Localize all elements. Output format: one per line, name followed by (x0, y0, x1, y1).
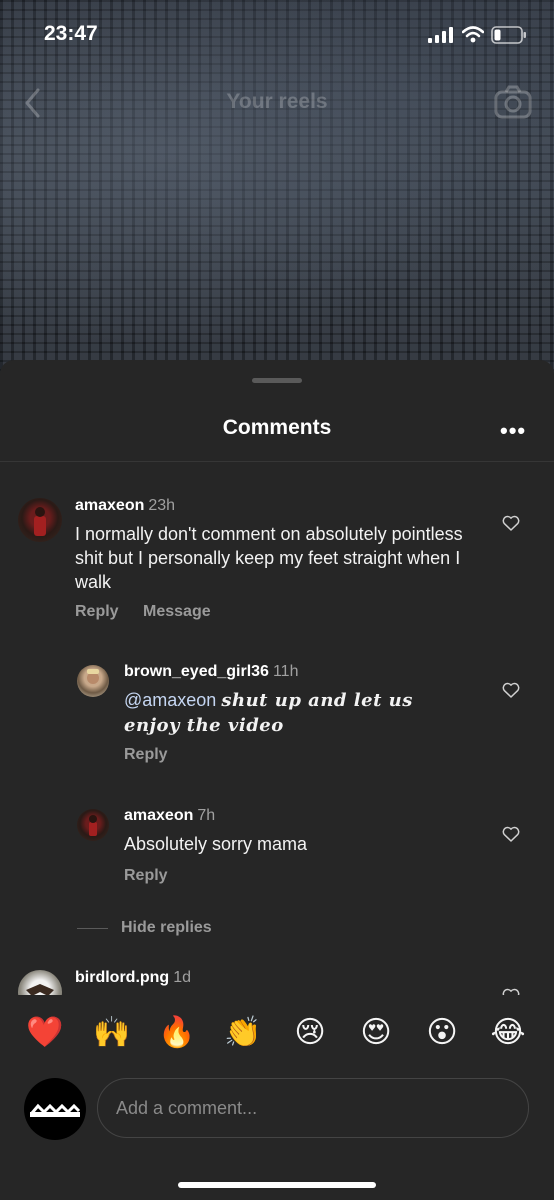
camera-icon[interactable] (494, 84, 532, 120)
reply-time: 11h (272, 663, 299, 680)
sheet-title: Comments (222, 416, 332, 439)
home-indicator (178, 1182, 376, 1188)
reply-button[interactable]: Reply (124, 746, 168, 763)
comment-time: 1d (173, 969, 191, 986)
emoji-sad-button[interactable]: 😢 (290, 1015, 330, 1050)
page-title: Your reels (226, 90, 328, 113)
emoji-heart-eyes-button[interactable]: 😍 (356, 1015, 396, 1050)
reply-username[interactable]: brown_eyed_girl36 (124, 663, 269, 680)
message-button[interactable]: Message (143, 603, 211, 620)
emoji-surprised-button[interactable]: 😮 (422, 1015, 462, 1050)
my-avatar (24, 1078, 86, 1140)
comment-text: I normally don't comment on absolutely p… (75, 524, 463, 592)
reply-username[interactable]: amaxeon (124, 807, 193, 824)
like-heart-icon[interactable] (502, 515, 520, 531)
comment-username[interactable]: amaxeon (75, 497, 144, 514)
emoji-laughing-button[interactable]: 😂 (488, 1015, 528, 1050)
avatar[interactable] (18, 498, 62, 542)
reply-text: Absolutely sorry mama (124, 834, 308, 854)
comment-composer (0, 1075, 554, 1145)
comment-time: 23h (148, 497, 176, 514)
emoji-clap-button[interactable]: 👏 (223, 1015, 263, 1050)
reply-text: @amaxeon shut up and let us enjoy the vi… (124, 688, 444, 738)
status-time: 23:47 (44, 22, 98, 45)
comment-list: amaxeon 23h I normally don't comment on a… (0, 462, 554, 995)
reply-time: 7h (197, 807, 216, 824)
like-heart-icon[interactable] (502, 826, 520, 842)
signal-icon (428, 27, 453, 43)
avatar[interactable] (77, 809, 109, 841)
quick-emoji-bar: ❤️ 🙌 🔥 👏 😢 😍 😮 😂 (0, 995, 554, 1075)
like-heart-icon[interactable] (502, 682, 520, 698)
hide-replies-label[interactable]: Hide replies (121, 919, 212, 937)
mention-link[interactable]: @amaxeon (124, 690, 216, 710)
wifi-icon (462, 26, 484, 43)
avatar[interactable] (77, 665, 109, 697)
sheet-grabber[interactable] (252, 378, 302, 383)
comment-username[interactable]: birdlord.png (75, 969, 169, 986)
hide-replies-line (77, 928, 108, 929)
reply-button[interactable]: Reply (75, 603, 119, 620)
emoji-fire-button[interactable]: 🔥 (157, 1015, 197, 1050)
battery-icon (491, 26, 526, 44)
emoji-heart-button[interactable]: ❤️ (25, 1015, 65, 1050)
more-options-button[interactable]: ••• (500, 418, 526, 444)
reply-button[interactable]: Reply (124, 867, 168, 884)
comment-input[interactable] (97, 1078, 529, 1138)
emoji-raised-hands-button[interactable]: 🙌 (92, 1015, 132, 1050)
like-heart-icon[interactable] (502, 988, 520, 995)
avatar[interactable] (18, 970, 62, 995)
reels-header: Your reels (0, 78, 554, 128)
status-bar: 23:47 (0, 0, 554, 70)
